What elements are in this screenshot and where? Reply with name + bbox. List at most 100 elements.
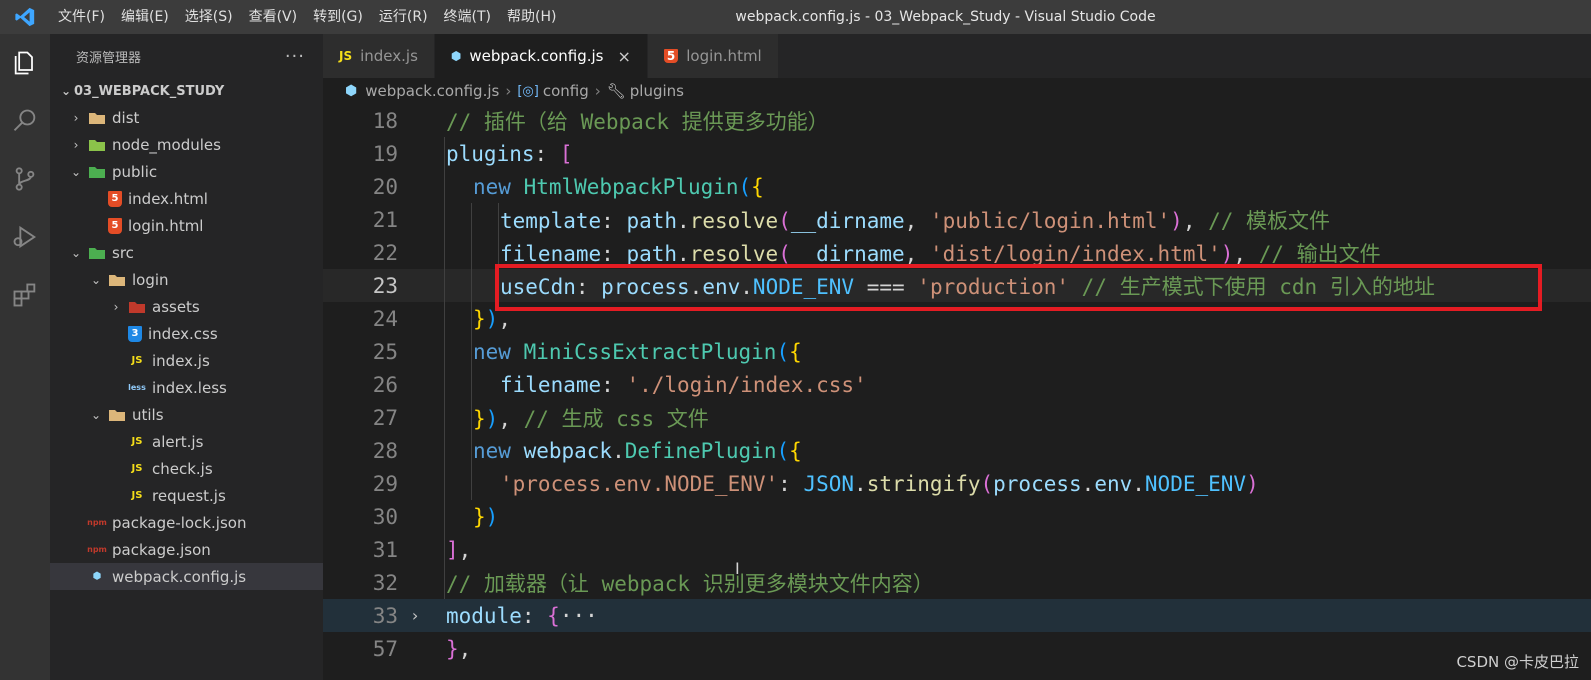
tree-item[interactable]: 3 index.css xyxy=(50,320,323,347)
menu-item[interactable]: 编辑(E) xyxy=(113,0,177,34)
search-icon[interactable] xyxy=(0,92,50,150)
webpack-icon: ⬢ xyxy=(92,571,102,582)
breadcrumb-separator: › xyxy=(505,82,512,100)
tree-item[interactable]: ⌄ utils xyxy=(50,401,323,428)
menu-item[interactable]: 选择(S) xyxy=(177,0,241,34)
line-number: 25 xyxy=(372,339,398,364)
code-token: 'process.env.NODE_ENV' xyxy=(500,471,779,496)
code-editor[interactable]: 18// 插件（给 Webpack 提供更多功能） 19 plugins: [20 n… xyxy=(323,104,1591,680)
js-icon: JS xyxy=(131,463,143,474)
code-token: ( xyxy=(980,471,994,496)
code-text: // 插件（给 Webpack 提供更多功能） xyxy=(432,106,829,136)
menu-item[interactable]: 文件(F) xyxy=(50,0,113,34)
tree-item[interactable]: npm package-lock.json xyxy=(50,509,323,536)
tree-item[interactable]: JS check.js xyxy=(50,455,323,482)
npm-icon: npm xyxy=(87,545,107,554)
tree-item-label: utils xyxy=(132,405,164,424)
code-token: stringify xyxy=(866,471,981,496)
menu-item[interactable]: 转到(G) xyxy=(305,0,371,34)
chevron-down-icon: ⌄ xyxy=(90,407,102,422)
tree-item[interactable]: JS index.js xyxy=(50,347,323,374)
vscode-logo-icon[interactable] xyxy=(0,0,50,34)
code-token: template xyxy=(500,208,602,233)
code-line[interactable]: 21 template: path.resolve(__dirname, 'pub… xyxy=(323,203,1591,236)
code-token: { xyxy=(751,174,764,199)
code-token: new xyxy=(473,174,524,199)
close-icon[interactable]: × xyxy=(617,47,630,66)
code-line[interactable]: 57}, xyxy=(323,632,1591,665)
tree-item[interactable]: 5 index.html xyxy=(50,185,323,212)
tree-item-label: login.html xyxy=(128,216,204,235)
code-token: env xyxy=(1094,471,1133,496)
code-line[interactable]: 25 new MiniCssExtractPlugin({ xyxy=(323,335,1591,368)
extensions-icon[interactable] xyxy=(0,266,50,324)
editor-tabs: JS index.js ⬢ webpack.config.js × 5 login.html xyxy=(323,34,1591,78)
code-line[interactable]: 33 › module: {··· xyxy=(323,599,1591,632)
explorer-icon[interactable] xyxy=(0,34,50,92)
tab-label: login.html xyxy=(686,47,762,65)
tree-item-label: index.less xyxy=(152,378,227,397)
fold-chevron-icon[interactable]: › xyxy=(398,606,432,625)
code-token: resolve xyxy=(689,208,779,233)
more-actions-icon[interactable]: ··· xyxy=(285,46,305,67)
code-line[interactable]: 28 new webpack.DefinePlugin({ xyxy=(323,434,1591,467)
editor-tab[interactable]: ⬢ webpack.config.js × xyxy=(434,34,648,78)
code-line[interactable]: 29'process.env.NODE_ENV': JSON.stringify… xyxy=(323,467,1591,500)
tree-item[interactable]: npm package.json xyxy=(50,536,323,563)
menu-item[interactable]: 终端(T) xyxy=(436,0,499,34)
menu-item[interactable]: 查看(V) xyxy=(241,0,306,34)
tree-item[interactable]: ⌄ public xyxy=(50,158,323,185)
editor-tab[interactable]: JS index.js xyxy=(323,34,435,78)
tree-item[interactable]: ⌄ src xyxy=(50,239,323,266)
project-section[interactable]: ⌄ 03_WEBPACK_STUDY xyxy=(50,78,323,104)
chevron-down-icon: ⌄ xyxy=(60,84,72,98)
breadcrumb-plugins[interactable]: plugins xyxy=(630,82,684,100)
tree-item[interactable]: ⌄ login xyxy=(50,266,323,293)
code-line[interactable]: 30}) xyxy=(323,500,1591,533)
line-number: 19 xyxy=(372,141,398,166)
folder-icon xyxy=(88,110,106,126)
code-token: } xyxy=(446,636,459,661)
activity-bar xyxy=(0,34,50,680)
tree-item[interactable]: less index.less xyxy=(50,374,323,401)
code-token: filename xyxy=(500,372,602,397)
code-token: , xyxy=(1182,208,1209,233)
code-line[interactable]: 18 // 插件（给 Webpack 提供更多功能） xyxy=(323,104,1591,137)
breadcrumb-config[interactable]: config xyxy=(543,82,589,100)
code-line[interactable]: 19 plugins: [ xyxy=(323,137,1591,170)
run-debug-icon[interactable] xyxy=(0,208,50,266)
code-line[interactable]: 31], xyxy=(323,533,1591,566)
tree-item[interactable]: › node_modules xyxy=(50,131,323,158)
menu-item[interactable]: 运行(R) xyxy=(371,0,436,34)
webpack-icon: ⬢ xyxy=(345,83,358,99)
tree-item[interactable]: JS request.js xyxy=(50,482,323,509)
public-folder-icon xyxy=(88,164,106,180)
code-token: . xyxy=(1132,471,1145,496)
tree-item[interactable]: 5 login.html xyxy=(50,212,323,239)
code-token: ··· xyxy=(559,603,598,628)
tree-item[interactable]: ⬢ webpack.config.js xyxy=(50,563,323,590)
code-token: [ xyxy=(559,141,573,166)
tree-item[interactable]: › assets xyxy=(50,293,323,320)
source-control-icon[interactable] xyxy=(0,150,50,208)
indent-guide xyxy=(498,203,499,269)
code-line[interactable]: 26 filename: './login/index.css' xyxy=(323,368,1591,401)
editor-tab[interactable]: 5 login.html xyxy=(647,34,779,78)
code-token: // 模板文件 xyxy=(1208,208,1331,233)
code-line[interactable]: 27}), // 生成 css 文件 xyxy=(323,401,1591,434)
chevron-right-icon: › xyxy=(73,137,79,152)
breadcrumb-file[interactable]: webpack.config.js xyxy=(365,82,499,100)
code-token: ) xyxy=(1220,241,1234,266)
code-line[interactable]: 32 // 加载器（让 webpack 识别更多模块文件内容） xyxy=(323,566,1591,599)
tree-item-label: package.json xyxy=(112,540,211,559)
tree-item[interactable]: JS alert.js xyxy=(50,428,323,455)
utils-folder-icon xyxy=(108,407,126,423)
tree-item-label: check.js xyxy=(152,459,213,478)
tree-item[interactable]: › dist xyxy=(50,104,323,131)
tab-label: index.js xyxy=(360,47,418,65)
line-number: 21 xyxy=(372,207,398,232)
line-number: 29 xyxy=(372,471,398,496)
line-number: 28 xyxy=(372,438,398,463)
menu-item[interactable]: 帮助(H) xyxy=(499,0,564,34)
code-line[interactable]: 20 new HtmlWebpackPlugin({ xyxy=(323,170,1591,203)
